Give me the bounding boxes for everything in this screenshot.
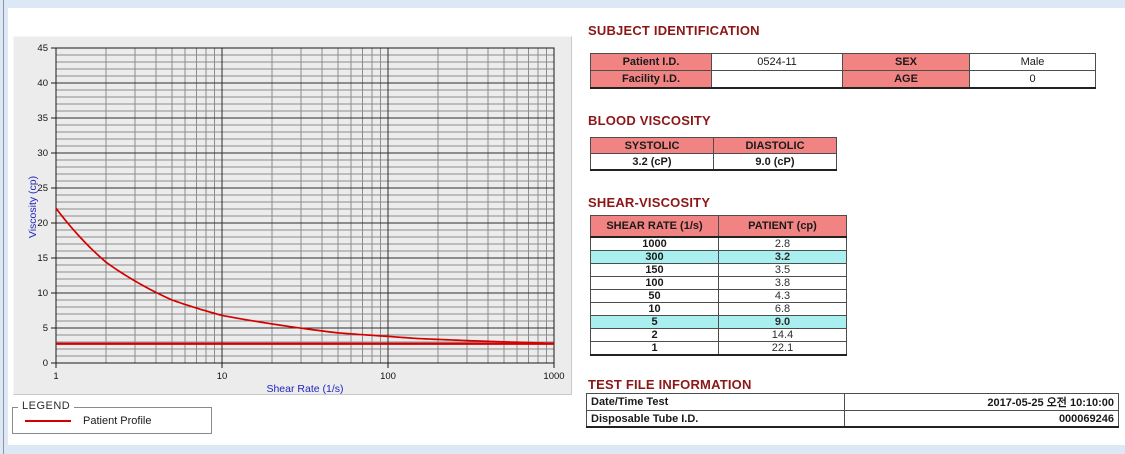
patient-viscosity-cell: 14.4 [718, 328, 847, 342]
date-time-test-value: 2017-05-25 오전 10:10:00 [844, 393, 1119, 411]
facility-id-value [711, 70, 843, 89]
patient-viscosity-cell: 4.3 [718, 289, 847, 303]
patient-id-label: Patient I.D. [590, 53, 712, 71]
systolic-value: 3.2 (cP) [590, 153, 714, 171]
test-file-information-table: Date/Time Test 2017-05-25 오전 10:10:00 Di… [586, 393, 1119, 428]
svg-text:15: 15 [37, 253, 48, 264]
shear-viscosity-table: SHEAR RATE (1/s) PATIENT (cp) 1000 2.8 300… [590, 215, 847, 356]
svg-text:5: 5 [43, 323, 48, 334]
svg-text:25: 25 [37, 183, 48, 194]
table-row: Facility I.D. AGE 0 [590, 70, 1096, 89]
shear-rate-cell: 100 [590, 276, 719, 290]
patient-viscosity-cell: 9.0 [718, 315, 847, 329]
shear-rate-cell: 1 [590, 341, 719, 356]
table-row: Patient I.D. 0524-11 SEX Male [590, 53, 1096, 71]
subject-identification-table: Patient I.D. 0524-11 SEX Male Facility I… [590, 53, 1096, 89]
svg-text:10: 10 [37, 288, 48, 299]
blood-viscosity-table: SYSTOLIC DIASTOLIC 3.2 (cP) 9.0 (cP) [590, 137, 837, 171]
legend-box: LEGEND Patient Profile [12, 400, 212, 434]
date-time-test-label: Date/Time Test [586, 393, 845, 411]
shear-rate-cell: 50 [590, 289, 719, 303]
systolic-label: SYSTOLIC [590, 137, 714, 154]
window-frame-edge [3, 0, 4, 454]
shear-viscosity-title: SHEAR-VISCOSITY [588, 195, 711, 210]
shear-viscosity-row: 50 4.3 [590, 289, 847, 303]
shear-rate-cell: 2 [590, 328, 719, 342]
sex-value: Male [969, 53, 1096, 71]
shear-rate-cell: 150 [590, 263, 719, 277]
report-content-area: 0 5 10 15 20 25 30 35 40 45 1 10 100 1000 Shear Rate (… [8, 8, 1125, 445]
shear-viscosity-row: 5 9.0 [590, 315, 847, 329]
patient-viscosity-cell: 3.8 [718, 276, 847, 290]
patient-profile-curve [55, 207, 555, 345]
patient-viscosity-cell: 3.5 [718, 263, 847, 277]
shear-viscosity-row: 10 6.8 [590, 302, 847, 316]
shear-viscosity-row: 300 3.2 [590, 250, 847, 264]
viscosity-chart-panel: 0 5 10 15 20 25 30 35 40 45 1 10 100 1000 Shear Rate (… [13, 36, 572, 395]
svg-text:45: 45 [37, 43, 48, 54]
disposable-tube-id-value: 000069246 [844, 410, 1119, 428]
svg-text:10: 10 [217, 371, 228, 382]
svg-text:100: 100 [380, 371, 396, 382]
diastolic-value: 9.0 (cP) [713, 153, 837, 171]
facility-id-label: Facility I.D. [590, 70, 712, 89]
table-header-row: SHEAR RATE (1/s) PATIENT (cp) [590, 215, 847, 238]
blood-viscosity-title: BLOOD VISCOSITY [588, 113, 711, 128]
y-axis-label: Viscosity (cp) [27, 176, 39, 238]
sex-label: SEX [842, 53, 970, 71]
svg-text:30: 30 [37, 148, 48, 159]
diastolic-label: DIASTOLIC [713, 137, 837, 154]
svg-text:0: 0 [43, 358, 48, 369]
svg-text:20: 20 [37, 218, 48, 229]
shear-viscosity-row: 1 22.1 [590, 341, 847, 356]
svg-text:35: 35 [37, 113, 48, 124]
x-axis-label: Shear Rate (1/s) [266, 383, 343, 395]
legend-title: LEGEND [18, 400, 75, 412]
shear-viscosity-row: 1000 2.8 [590, 236, 847, 251]
legend-entry-label: Patient Profile [83, 414, 152, 427]
patient-profile-line-swatch [25, 419, 71, 422]
age-value: 0 [969, 70, 1096, 89]
disposable-tube-id-label: Disposable Tube I.D. [586, 410, 845, 428]
age-label: AGE [842, 70, 970, 89]
svg-text:1: 1 [53, 371, 58, 382]
table-row: 3.2 (cP) 9.0 (cP) [590, 153, 837, 171]
patient-viscosity-cell: 22.1 [718, 341, 847, 356]
test-file-information-title: TEST FILE INFORMATION [588, 377, 752, 392]
shear-rate-cell: 1000 [590, 236, 719, 251]
table-row: Date/Time Test 2017-05-25 오전 10:10:00 [586, 393, 1119, 411]
subject-identification-title: SUBJECT IDENTIFICATION [588, 23, 760, 38]
patient-id-value: 0524-11 [711, 53, 843, 71]
patient-viscosity-cell: 3.2 [718, 250, 847, 264]
shear-viscosity-row: 2 14.4 [590, 328, 847, 342]
table-row: Disposable Tube I.D. 000069246 [586, 410, 1119, 428]
table-row: SYSTOLIC DIASTOLIC [590, 137, 837, 154]
shear-viscosity-row: 150 3.5 [590, 263, 847, 277]
patient-viscosity-cell: 6.8 [718, 302, 847, 316]
shear-viscosity-chart: 0 5 10 15 20 25 30 35 40 45 1 10 100 1000 Shear Rate (… [27, 43, 565, 395]
shear-viscosity-row: 100 3.8 [590, 276, 847, 290]
patient-column-header: PATIENT (cp) [718, 215, 847, 238]
shear-rate-cell: 5 [590, 315, 719, 329]
shear-rate-column-header: SHEAR RATE (1/s) [590, 215, 719, 238]
shear-rate-cell: 300 [590, 250, 719, 264]
patient-viscosity-cell: 2.8 [718, 236, 847, 251]
svg-text:40: 40 [37, 78, 48, 89]
shear-rate-cell: 10 [590, 302, 719, 316]
svg-text:1000: 1000 [543, 371, 564, 382]
